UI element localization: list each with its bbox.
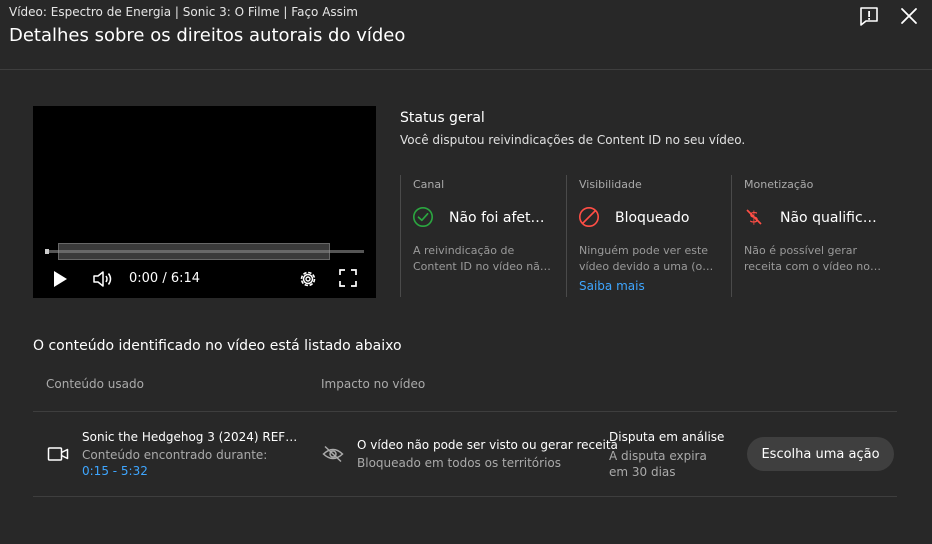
learn-more-link[interactable]: Saiba mais [579, 279, 645, 293]
settings-button[interactable] [296, 267, 320, 291]
status-monetization-value: Não qualificado [780, 210, 880, 226]
column-header-content: Conteúdo usado [46, 377, 144, 391]
status-channel-value: Não foi afetado [449, 210, 549, 226]
volume-icon [93, 271, 112, 287]
fullscreen-icon [339, 269, 357, 287]
dispute-status: Disputa em análise [609, 430, 725, 444]
impact-main-text: O vídeo não pode ser visto ou gerar rece… [357, 438, 618, 452]
status-visibility-description: Ninguém pode ver este vídeo devido a uma… [579, 244, 717, 273]
dialog-title: Detalhes sobre os direitos autorais do v… [9, 25, 406, 46]
progress-playhead[interactable] [45, 249, 49, 254]
content-heading: O conteúdo identificado no vídeo está li… [33, 338, 402, 354]
status-title: Status geral [400, 110, 485, 126]
video-subtitle: Vídeo: Espectro de Energia | Sonic 3: O … [9, 5, 358, 19]
play-icon [54, 271, 67, 287]
progress-hover-tooltip [58, 243, 330, 260]
eye-off-icon [321, 443, 345, 465]
playback-time: 0:00 / 6:14 [129, 271, 201, 286]
feedback-button[interactable] [857, 4, 881, 28]
status-monetization: Monetização $ Não qualificado Não é poss… [731, 175, 896, 297]
choose-action-button[interactable]: Escolha uma ação [747, 437, 894, 471]
content-title: Sonic the Hedgehog 3 (2024) REFERENCE [82, 430, 304, 444]
video-camera-icon [47, 443, 69, 465]
fullscreen-button[interactable] [337, 267, 359, 289]
status-visibility-label: Visibilidade [579, 178, 642, 191]
close-icon [901, 8, 917, 24]
impact-sub-text: Bloqueado em todos os territórios [357, 456, 561, 470]
status-monetization-label: Monetização [744, 178, 814, 191]
content-found-label: Conteúdo encontrado durante: [82, 448, 268, 462]
feedback-icon [860, 7, 878, 26]
table-divider [33, 411, 897, 412]
status-channel-label: Canal [413, 178, 445, 191]
check-circle-icon [412, 206, 434, 228]
column-header-impact: Impacto no vídeo [321, 377, 426, 391]
video-player[interactable]: 0:00 / 6:14 [33, 106, 376, 298]
play-button[interactable] [49, 268, 71, 290]
content-time-range-link[interactable]: 0:15 - 5:32 [82, 464, 148, 478]
status-visibility-value: Bloqueado [615, 210, 690, 226]
status-description: Você disputou reivindicações de Content … [400, 133, 746, 147]
status-visibility: Visibilidade Bloqueado Ninguém pode ver … [566, 175, 731, 297]
close-button[interactable] [897, 4, 921, 28]
status-channel-description: A reivindicação de Content ID no vídeo n… [413, 244, 551, 273]
dialog-header: Vídeo: Espectro de Energia | Sonic 3: O … [0, 0, 932, 70]
blocked-icon [578, 206, 600, 228]
status-channel: Canal Não foi afetado A reivindicação de… [400, 175, 565, 297]
gear-icon [300, 271, 316, 287]
volume-button[interactable] [91, 268, 115, 290]
table-divider-bottom [33, 496, 897, 497]
dispute-expiry: A disputa expira em 30 dias [609, 449, 707, 479]
status-monetization-description: Não é possível gerar receita com o vídeo… [744, 244, 882, 273]
no-money-icon: $ [743, 206, 765, 228]
